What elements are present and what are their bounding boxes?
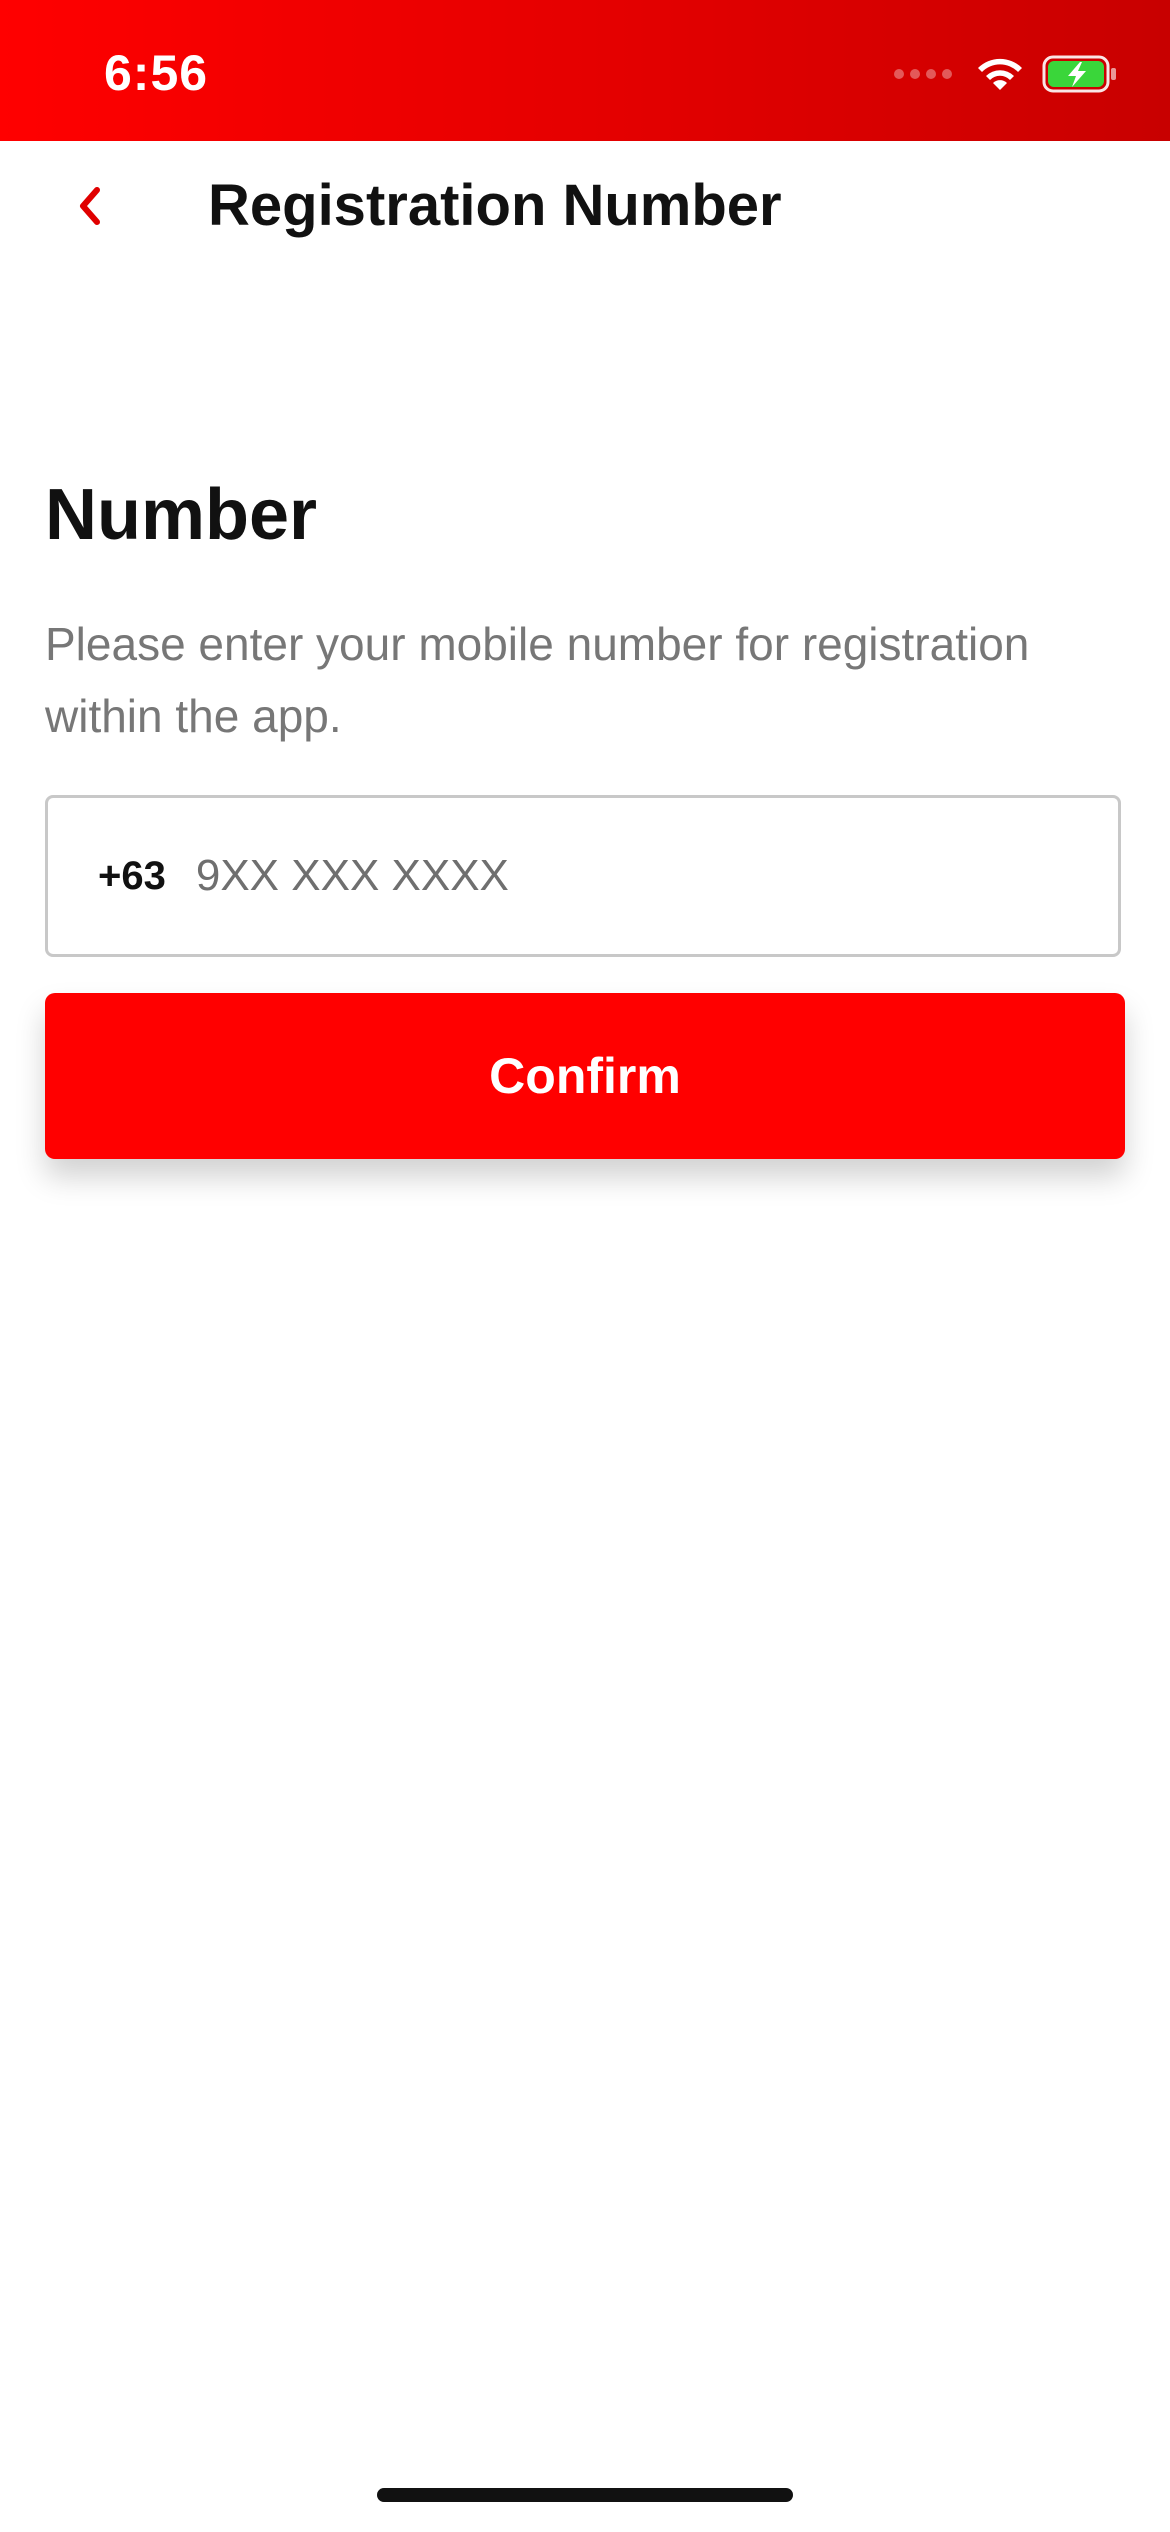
status-icons [894, 52, 1118, 96]
chevron-left-icon [80, 187, 100, 225]
battery-charging-icon [1042, 55, 1116, 93]
wifi-icon [978, 58, 1022, 90]
signal-dots-icon [894, 69, 952, 79]
phone-input[interactable] [195, 851, 1016, 901]
confirm-button[interactable]: Confirm [45, 993, 1125, 1159]
status-bar: 6:56 [0, 0, 1170, 141]
back-button[interactable] [55, 171, 125, 241]
main-content: Number Please enter your mobile number f… [45, 470, 1125, 752]
phone-number-field[interactable]: +63 [45, 795, 1121, 957]
nav-bar: Registration Number [0, 141, 1170, 311]
country-code: +63 [98, 853, 166, 898]
page-title: Registration Number [208, 173, 782, 238]
instruction-text: Please enter your mobile number for regi… [45, 618, 1030, 742]
status-time: 6:56 [104, 45, 209, 101]
section-heading: Number [45, 475, 318, 555]
home-indicator [377, 2488, 793, 2502]
